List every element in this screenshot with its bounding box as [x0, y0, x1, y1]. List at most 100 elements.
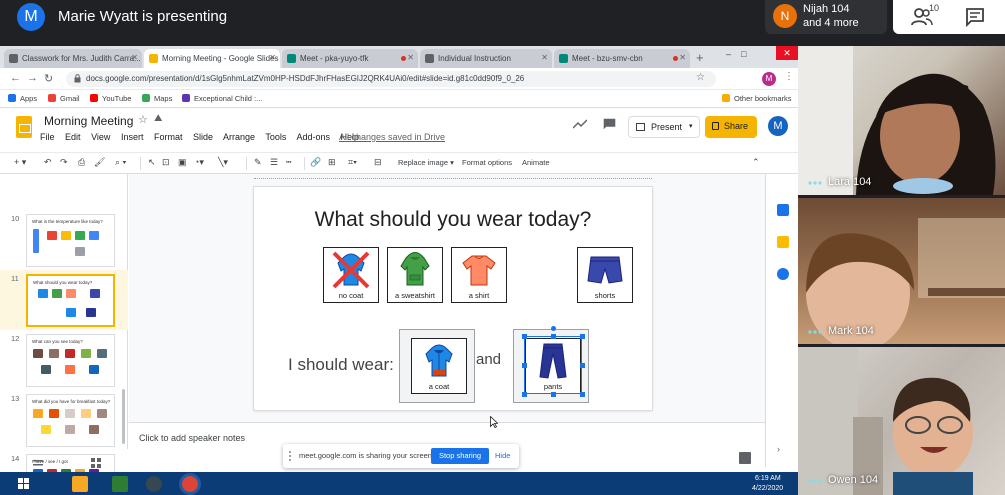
close-icon[interactable]: ✕	[541, 53, 548, 62]
menu-arrange[interactable]: Arrange	[223, 132, 255, 142]
rotate-handle[interactable]	[551, 326, 556, 331]
tab-meet-pka[interactable]: Meet - pka-yuyo-tfk ✕	[282, 49, 418, 68]
connector-word[interactable]: and	[476, 351, 501, 368]
resize-handle[interactable]	[551, 392, 556, 397]
tasks-icon[interactable]	[777, 268, 789, 280]
slide-thumbnail-12[interactable]: What can you see today?	[26, 334, 115, 387]
excel-icon[interactable]	[112, 476, 128, 492]
chevron-right-icon[interactable]: ›	[777, 444, 789, 456]
menu-edit[interactable]: Edit	[65, 132, 81, 142]
chevron-down-icon[interactable]: ▾	[689, 122, 693, 130]
choice-card-shorts[interactable]: shorts	[577, 247, 633, 303]
file-explorer-icon[interactable]	[72, 476, 88, 492]
resize-handle[interactable]	[522, 363, 527, 368]
chrome-icon[interactable]	[182, 476, 198, 492]
slide-thumbnail-10[interactable]: What is the temperature like today?	[26, 214, 115, 267]
choice-card-sweatshirt[interactable]: a sweatshirt	[387, 247, 443, 303]
bookmark-maps[interactable]: Maps	[142, 94, 172, 103]
close-icon[interactable]: ✕	[269, 53, 276, 62]
bookmark-gmail[interactable]: Gmail	[48, 94, 80, 103]
comment-add-icon[interactable]: ⊞	[328, 157, 336, 168]
filmstrip-scrollbar[interactable]	[122, 389, 125, 444]
chat-icon[interactable]	[965, 7, 985, 27]
shape-icon[interactable]: ◔▾	[194, 157, 204, 168]
menu-file[interactable]: File	[40, 132, 55, 142]
back-icon[interactable]: ←	[10, 72, 21, 84]
participant-tile-owen[interactable]: Owen 104	[798, 347, 1005, 495]
menu-slide[interactable]: Slide	[193, 132, 213, 142]
stop-sharing-button[interactable]: Stop sharing	[431, 448, 489, 464]
window-close-icon[interactable]: ✕	[776, 46, 798, 60]
choice-card-shirt[interactable]: a shirt	[451, 247, 507, 303]
account-avatar[interactable]: M	[768, 116, 788, 136]
menu-addons[interactable]: Add-ons	[296, 132, 330, 142]
star-icon[interactable]: ☆	[138, 113, 148, 126]
menu-insert[interactable]: Insert	[121, 132, 144, 142]
collapse-filmstrip-icon[interactable]	[33, 460, 43, 466]
menu-tools[interactable]: Tools	[265, 132, 286, 142]
text-box-icon[interactable]: ⊡	[162, 157, 170, 168]
format-options-button[interactable]: Format options	[462, 158, 512, 167]
image-icon[interactable]: ▣	[178, 157, 187, 168]
close-icon[interactable]: ✕	[679, 53, 686, 62]
reload-icon[interactable]: ↻	[44, 72, 53, 85]
move-to-drive-icon[interactable]: ⛰	[154, 113, 162, 124]
grid-view-icon[interactable]	[91, 458, 101, 468]
collapse-toolbar-icon[interactable]: ⌃	[752, 157, 760, 168]
menu-view[interactable]: View	[91, 132, 110, 142]
new-tab-icon[interactable]: +	[696, 50, 704, 65]
select-cursor-icon[interactable]: ↖	[148, 157, 156, 168]
print-icon[interactable]: ⎙	[78, 157, 85, 168]
answer-card-coat[interactable]: a coat	[411, 338, 467, 394]
border-dash-icon[interactable]: ┅	[286, 157, 291, 168]
resize-handle[interactable]	[522, 334, 527, 339]
answer-slot-1[interactable]: a coat	[399, 329, 475, 403]
present-button[interactable]: Present ▾	[628, 116, 700, 138]
resize-handle[interactable]	[580, 334, 585, 339]
link-icon[interactable]: 🔗	[310, 157, 321, 168]
paint-format-icon[interactable]: 🖌	[94, 157, 105, 168]
participant-tile-lara[interactable]: Lara 104	[798, 46, 1005, 195]
document-title[interactable]: Morning Meeting	[44, 114, 133, 128]
slide-thumbnail-13[interactable]: What did you have for breakfast today?	[26, 394, 115, 447]
resize-handle[interactable]	[522, 392, 527, 397]
bookmark-other[interactable]: Other bookmarks	[722, 94, 792, 103]
slide-thumbnail-11[interactable]: What should you wear today?	[26, 274, 115, 327]
forward-icon[interactable]: →	[27, 72, 38, 84]
url-input[interactable]: docs.google.com/presentation/d/1sGlg5nhm…	[66, 71, 716, 87]
crop-icon[interactable]: ⌗▾	[348, 157, 357, 168]
profile-avatar[interactable]: M	[762, 72, 776, 86]
close-icon[interactable]: ✕	[131, 53, 138, 62]
share-button[interactable]: Share	[705, 116, 757, 138]
calendar-icon[interactable]	[777, 204, 789, 216]
window-controls[interactable]: –□	[726, 49, 756, 59]
choice-card-no-coat[interactable]: no coat	[323, 247, 379, 303]
animate-button[interactable]: Animate	[522, 158, 550, 167]
tab-classwork[interactable]: Classwork for Mrs. Judith Carra... ✕	[4, 49, 142, 68]
bookmark-apps[interactable]: Apps	[8, 94, 37, 103]
slides-logo-icon[interactable]	[16, 116, 32, 138]
bookmark-youtube[interactable]: YouTube	[90, 94, 131, 103]
menu-format[interactable]: Format	[154, 132, 183, 142]
redo-icon[interactable]: ↷	[60, 157, 68, 168]
windows-logo-icon[interactable]	[18, 478, 29, 489]
participants-chip[interactable]: N Nijah 104 and 4 more	[765, 0, 887, 34]
replace-image-menu[interactable]: Replace image ▾	[398, 158, 454, 167]
comment-history-icon[interactable]	[603, 118, 616, 130]
more-vert-icon[interactable]: ⋮	[784, 71, 794, 82]
image-selection-frame[interactable]	[524, 336, 582, 394]
bookmark-star-icon[interactable]: ☆	[696, 72, 705, 83]
zoom-icon[interactable]: ⌕ ▾	[115, 157, 126, 168]
save-status[interactable]: All changes saved in Drive	[339, 132, 445, 142]
undo-icon[interactable]: ↶	[44, 157, 52, 168]
current-slide[interactable]: What should you wear today? no coat a sw…	[254, 187, 652, 410]
participant-tile-mark[interactable]: Mark 104	[798, 198, 1005, 344]
line-icon[interactable]: ╲▾	[218, 157, 228, 168]
slide-title[interactable]: What should you wear today?	[254, 208, 652, 232]
tab-morning-meeting[interactable]: Morning Meeting - Google Slides ✕	[144, 49, 280, 68]
hp-icon[interactable]	[146, 476, 162, 492]
drag-handle-icon[interactable]	[289, 451, 292, 461]
new-slide-icon[interactable]: + ▾	[14, 157, 26, 168]
sentence-start[interactable]: I should wear:	[288, 355, 394, 375]
explore-icon[interactable]	[739, 452, 751, 464]
